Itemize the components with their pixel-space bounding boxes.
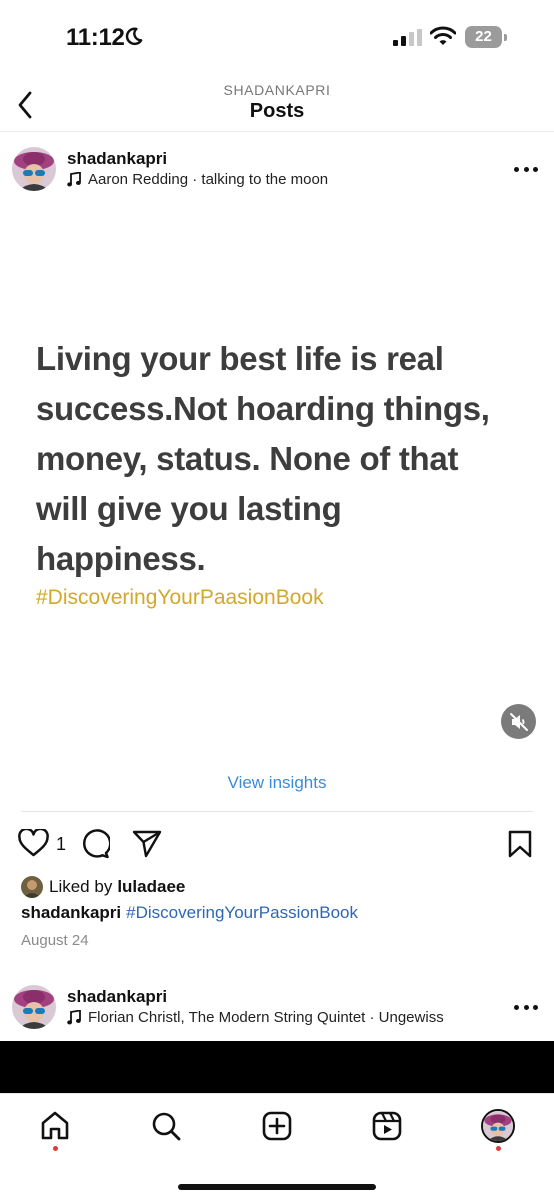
nav-home[interactable]: [37, 1108, 73, 1144]
post-caption: shadankapri #DiscoveringYourPassionBook: [21, 903, 358, 923]
dot-icon: [523, 166, 529, 172]
music-note-icon: [67, 1010, 81, 1025]
liked-by-user[interactable]: luladaee: [117, 877, 185, 897]
avatar[interactable]: [12, 985, 56, 1029]
reels-icon: [372, 1111, 402, 1141]
battery-indicator: 22: [465, 26, 507, 48]
profile-photo-icon: [12, 147, 56, 191]
dot-icon: [533, 166, 538, 172]
liker-avatar: [21, 876, 43, 898]
dot-icon: [514, 1004, 519, 1010]
like-button[interactable]: [18, 829, 49, 857]
dot-icon: [523, 1004, 529, 1010]
music-label: Aaron Redding · talking to the moon: [88, 171, 329, 188]
post-username[interactable]: shadankapri: [67, 149, 167, 169]
account-name: SHADANKAPRI: [223, 82, 331, 98]
page-title: Posts: [249, 100, 305, 122]
next-post-username[interactable]: shadankapri: [67, 987, 167, 1007]
more-options-button[interactable]: [514, 159, 538, 179]
next-music-label: Florian Christl, The Modern String Quint…: [88, 1009, 444, 1026]
caption-hashtag[interactable]: #DiscoveringYourPassionBook: [126, 903, 358, 922]
create-icon: [262, 1111, 292, 1141]
send-icon: [132, 830, 162, 858]
profile-avatar: [481, 1109, 515, 1143]
speaker-muted-icon: [509, 712, 528, 731]
dot-icon: [514, 166, 519, 172]
quote-text: Living your best life is real success.No…: [36, 340, 490, 577]
action-bar: 1: [0, 826, 554, 864]
quote-hashtag: #DiscoveringYourPaasionBook: [36, 586, 324, 609]
view-insights-link[interactable]: View insights: [0, 773, 554, 793]
liked-by-row[interactable]: Liked by luladaee: [21, 875, 185, 899]
share-button[interactable]: [132, 830, 162, 858]
nav-search[interactable]: [148, 1108, 184, 1144]
status-time: 11:12: [66, 24, 125, 51]
heart-icon: [18, 829, 49, 857]
home-icon: [41, 1111, 69, 1140]
moon-icon: [125, 27, 143, 46]
divider: [21, 811, 533, 812]
status-bar: 11:12 22: [0, 0, 554, 70]
wifi-icon: [430, 26, 456, 45]
cellular-signal-icon: [393, 29, 422, 46]
mute-button[interactable]: [501, 704, 536, 739]
caption-username[interactable]: shadankapri: [21, 903, 121, 922]
bookmark-icon: [508, 830, 532, 858]
more-options-button[interactable]: [514, 997, 538, 1017]
next-music-info[interactable]: Florian Christl, The Modern String Quint…: [67, 1009, 444, 1026]
next-post-header: shadankapri Florian Christl, The Modern …: [0, 975, 554, 1043]
comment-button[interactable]: [80, 829, 110, 859]
like-count[interactable]: 1: [56, 834, 66, 855]
next-post-media[interactable]: [0, 1041, 554, 1093]
notification-dot: [53, 1146, 58, 1151]
save-button[interactable]: [508, 830, 532, 858]
dot-icon: [533, 1004, 538, 1010]
nav-profile[interactable]: [480, 1108, 516, 1144]
post-media[interactable]: Living your best life is real success.No…: [0, 202, 554, 762]
liked-by-label: Liked by: [49, 877, 113, 896]
notification-dot: [496, 1146, 501, 1151]
nav-reels[interactable]: [369, 1108, 405, 1144]
music-info[interactable]: Aaron Redding · talking to the moon: [67, 171, 328, 188]
profile-photo-icon: [12, 985, 56, 1029]
page-header: SHADANKAPRI Posts: [0, 70, 554, 132]
post-date: August 24: [21, 932, 89, 949]
avatar[interactable]: [12, 147, 56, 191]
search-icon: [152, 1112, 181, 1141]
home-indicator[interactable]: [178, 1184, 376, 1190]
comment-icon: [82, 829, 110, 859]
nav-create[interactable]: [259, 1108, 295, 1144]
music-note-icon: [67, 172, 81, 187]
battery-level: 22: [475, 28, 492, 45]
post-header: shadankapri Aaron Redding · talking to t…: [0, 135, 554, 203]
